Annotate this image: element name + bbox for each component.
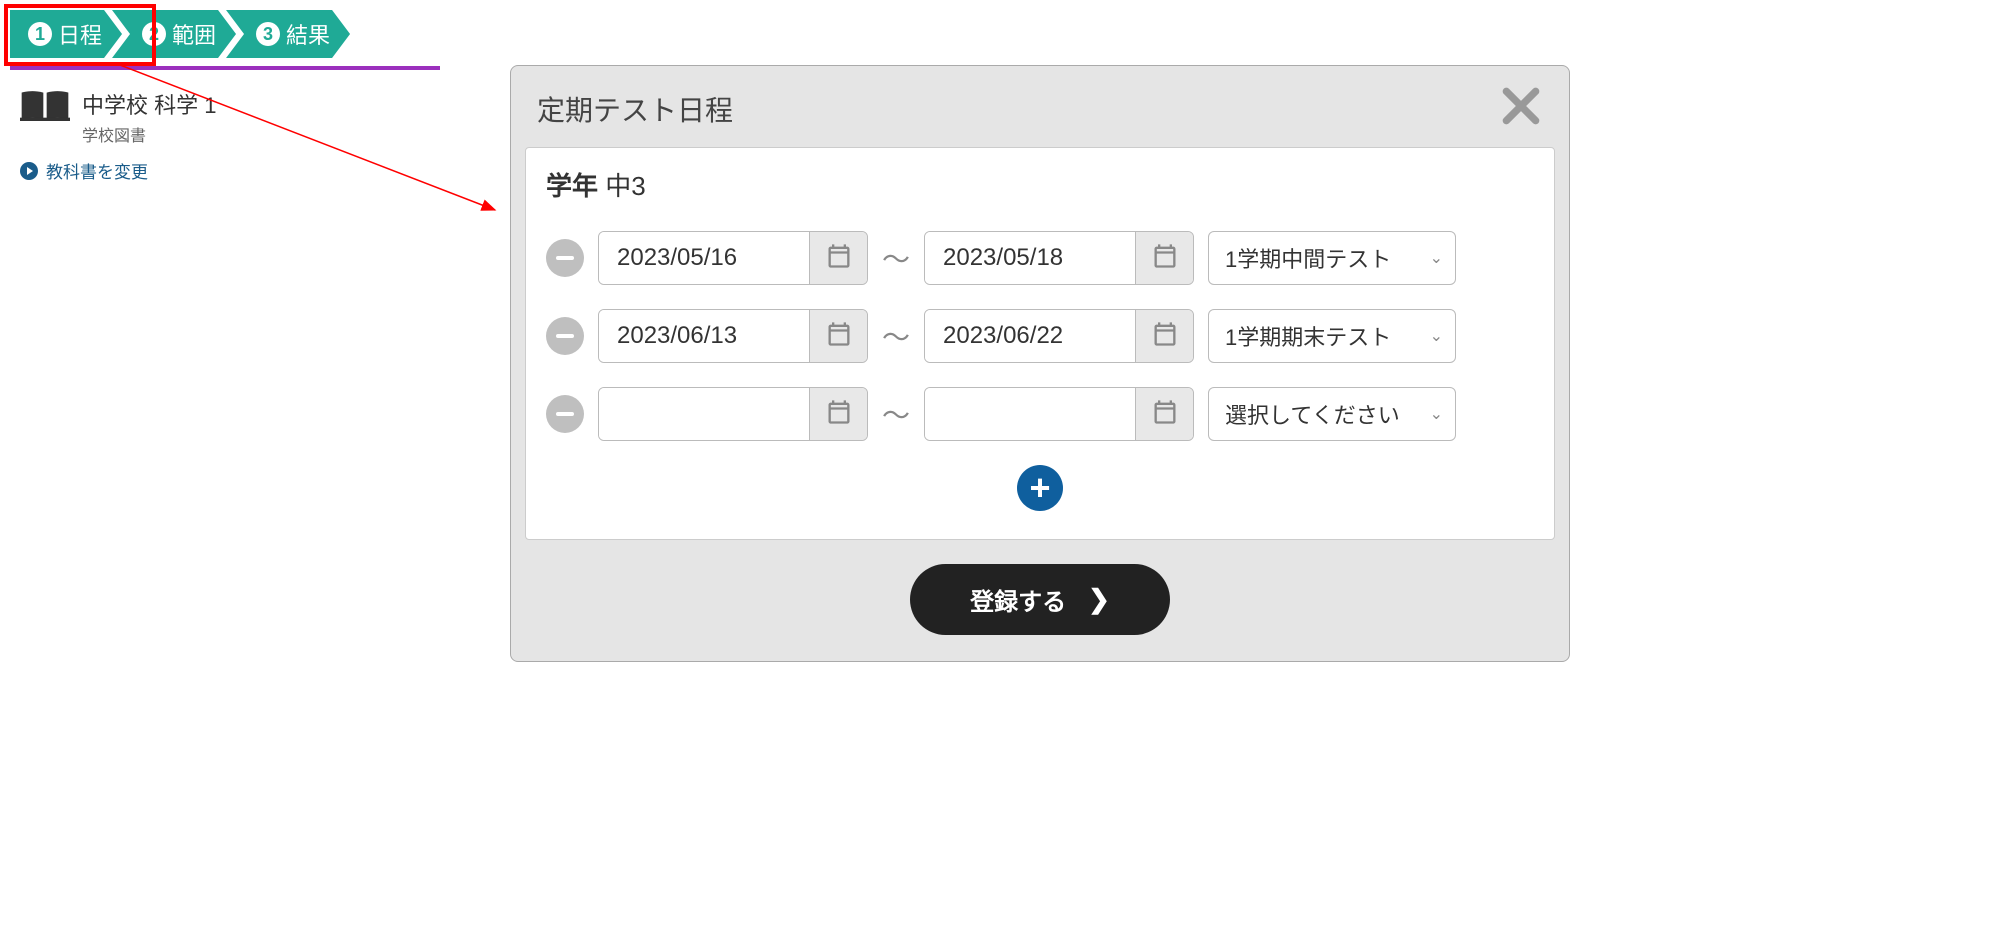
change-textbook-link[interactable]: 教科書を変更 xyxy=(10,154,440,193)
chevron-down-icon: ⌄ xyxy=(1430,326,1443,346)
range-separator: 〜 xyxy=(882,316,910,356)
left-panel: 1 日程 2 範囲 3 結果 中学校 科学 1 学校図書 教科書を変更 xyxy=(10,10,440,193)
schedule-row: 〜 1学期中間テスト ⌄ xyxy=(546,231,1534,285)
range-separator: 〜 xyxy=(882,238,910,278)
range-separator: 〜 xyxy=(882,394,910,434)
step-number-badge: 3 xyxy=(256,22,280,46)
calendar-icon xyxy=(825,242,853,275)
grade-value: 中3 xyxy=(605,171,645,201)
end-date-input[interactable] xyxy=(925,388,1135,440)
step-tab-schedule[interactable]: 1 日程 xyxy=(10,10,122,58)
end-date-field xyxy=(924,309,1194,363)
schedule-dialog: 定期テスト日程 学年 中3 〜1学期中間テスト⌄〜1学期期末テスト⌄〜選択してく… xyxy=(510,65,1570,662)
dialog-footer: 登録する ❯ xyxy=(511,540,1569,661)
add-row-button[interactable] xyxy=(1017,465,1063,511)
start-date-field xyxy=(598,231,868,285)
close-button[interactable] xyxy=(1499,84,1543,133)
chevron-down-icon: ⌄ xyxy=(1430,248,1443,268)
step-label: 範囲 xyxy=(172,18,216,50)
calendar-button[interactable] xyxy=(809,232,867,284)
start-date-input[interactable] xyxy=(599,388,809,440)
select-value: 1学期中間テスト xyxy=(1225,242,1391,274)
arrow-right-icon xyxy=(20,162,38,180)
grade-row: 学年 中3 xyxy=(546,166,1534,203)
textbook-publisher: 学校図書 xyxy=(82,122,216,146)
textbook-section: 中学校 科学 1 学校図書 xyxy=(10,70,440,154)
step-number-badge: 2 xyxy=(142,22,166,46)
schedule-row: 〜 選択してください ⌄ xyxy=(546,387,1534,441)
end-date-field xyxy=(924,231,1194,285)
select-value: 1学期期末テスト xyxy=(1225,320,1391,352)
start-date-input[interactable] xyxy=(599,310,809,362)
calendar-button[interactable] xyxy=(1135,232,1193,284)
chevron-down-icon: ⌄ xyxy=(1430,404,1443,424)
dialog-body: 学年 中3 〜1学期中間テスト⌄〜1学期期末テスト⌄〜選択してください⌄ xyxy=(525,147,1555,540)
end-date-input[interactable] xyxy=(925,310,1135,362)
step-tab-range[interactable]: 2 範囲 xyxy=(112,10,236,58)
calendar-button[interactable] xyxy=(809,310,867,362)
remove-row-button[interactable] xyxy=(546,395,584,433)
remove-row-button[interactable] xyxy=(546,239,584,277)
select-value: 選択してください xyxy=(1225,398,1400,430)
remove-row-button[interactable] xyxy=(546,317,584,355)
chevron-right-icon: ❯ xyxy=(1088,584,1110,615)
end-date-field xyxy=(924,387,1194,441)
step-label: 日程 xyxy=(58,18,102,50)
end-date-input[interactable] xyxy=(925,232,1135,284)
start-date-field xyxy=(598,309,868,363)
dialog-header: 定期テスト日程 xyxy=(511,66,1569,147)
dialog-title: 定期テスト日程 xyxy=(537,89,733,129)
submit-label: 登録する xyxy=(970,582,1066,617)
calendar-button[interactable] xyxy=(809,388,867,440)
test-name-select[interactable]: 選択してください ⌄ xyxy=(1208,387,1456,441)
test-name-select[interactable]: 1学期期末テスト ⌄ xyxy=(1208,309,1456,363)
schedule-row: 〜 1学期期末テスト ⌄ xyxy=(546,309,1534,363)
close-icon xyxy=(1499,84,1543,128)
test-name-select[interactable]: 1学期中間テスト ⌄ xyxy=(1208,231,1456,285)
start-date-input[interactable] xyxy=(599,232,809,284)
textbook-title: 中学校 科学 1 xyxy=(82,88,216,120)
step-label: 結果 xyxy=(286,18,330,50)
book-icon xyxy=(20,88,70,129)
calendar-icon xyxy=(1151,398,1179,431)
change-textbook-label: 教科書を変更 xyxy=(46,158,148,183)
grade-label: 学年 xyxy=(546,171,598,201)
submit-button[interactable]: 登録する ❯ xyxy=(910,564,1170,635)
calendar-icon xyxy=(825,398,853,431)
calendar-button[interactable] xyxy=(1135,388,1193,440)
start-date-field xyxy=(598,387,868,441)
step-tabs: 1 日程 2 範囲 3 結果 xyxy=(10,10,440,58)
step-tab-result[interactable]: 3 結果 xyxy=(226,10,350,58)
calendar-icon xyxy=(825,320,853,353)
step-number-badge: 1 xyxy=(28,22,52,46)
calendar-icon xyxy=(1151,320,1179,353)
calendar-button[interactable] xyxy=(1135,310,1193,362)
calendar-icon xyxy=(1151,242,1179,275)
